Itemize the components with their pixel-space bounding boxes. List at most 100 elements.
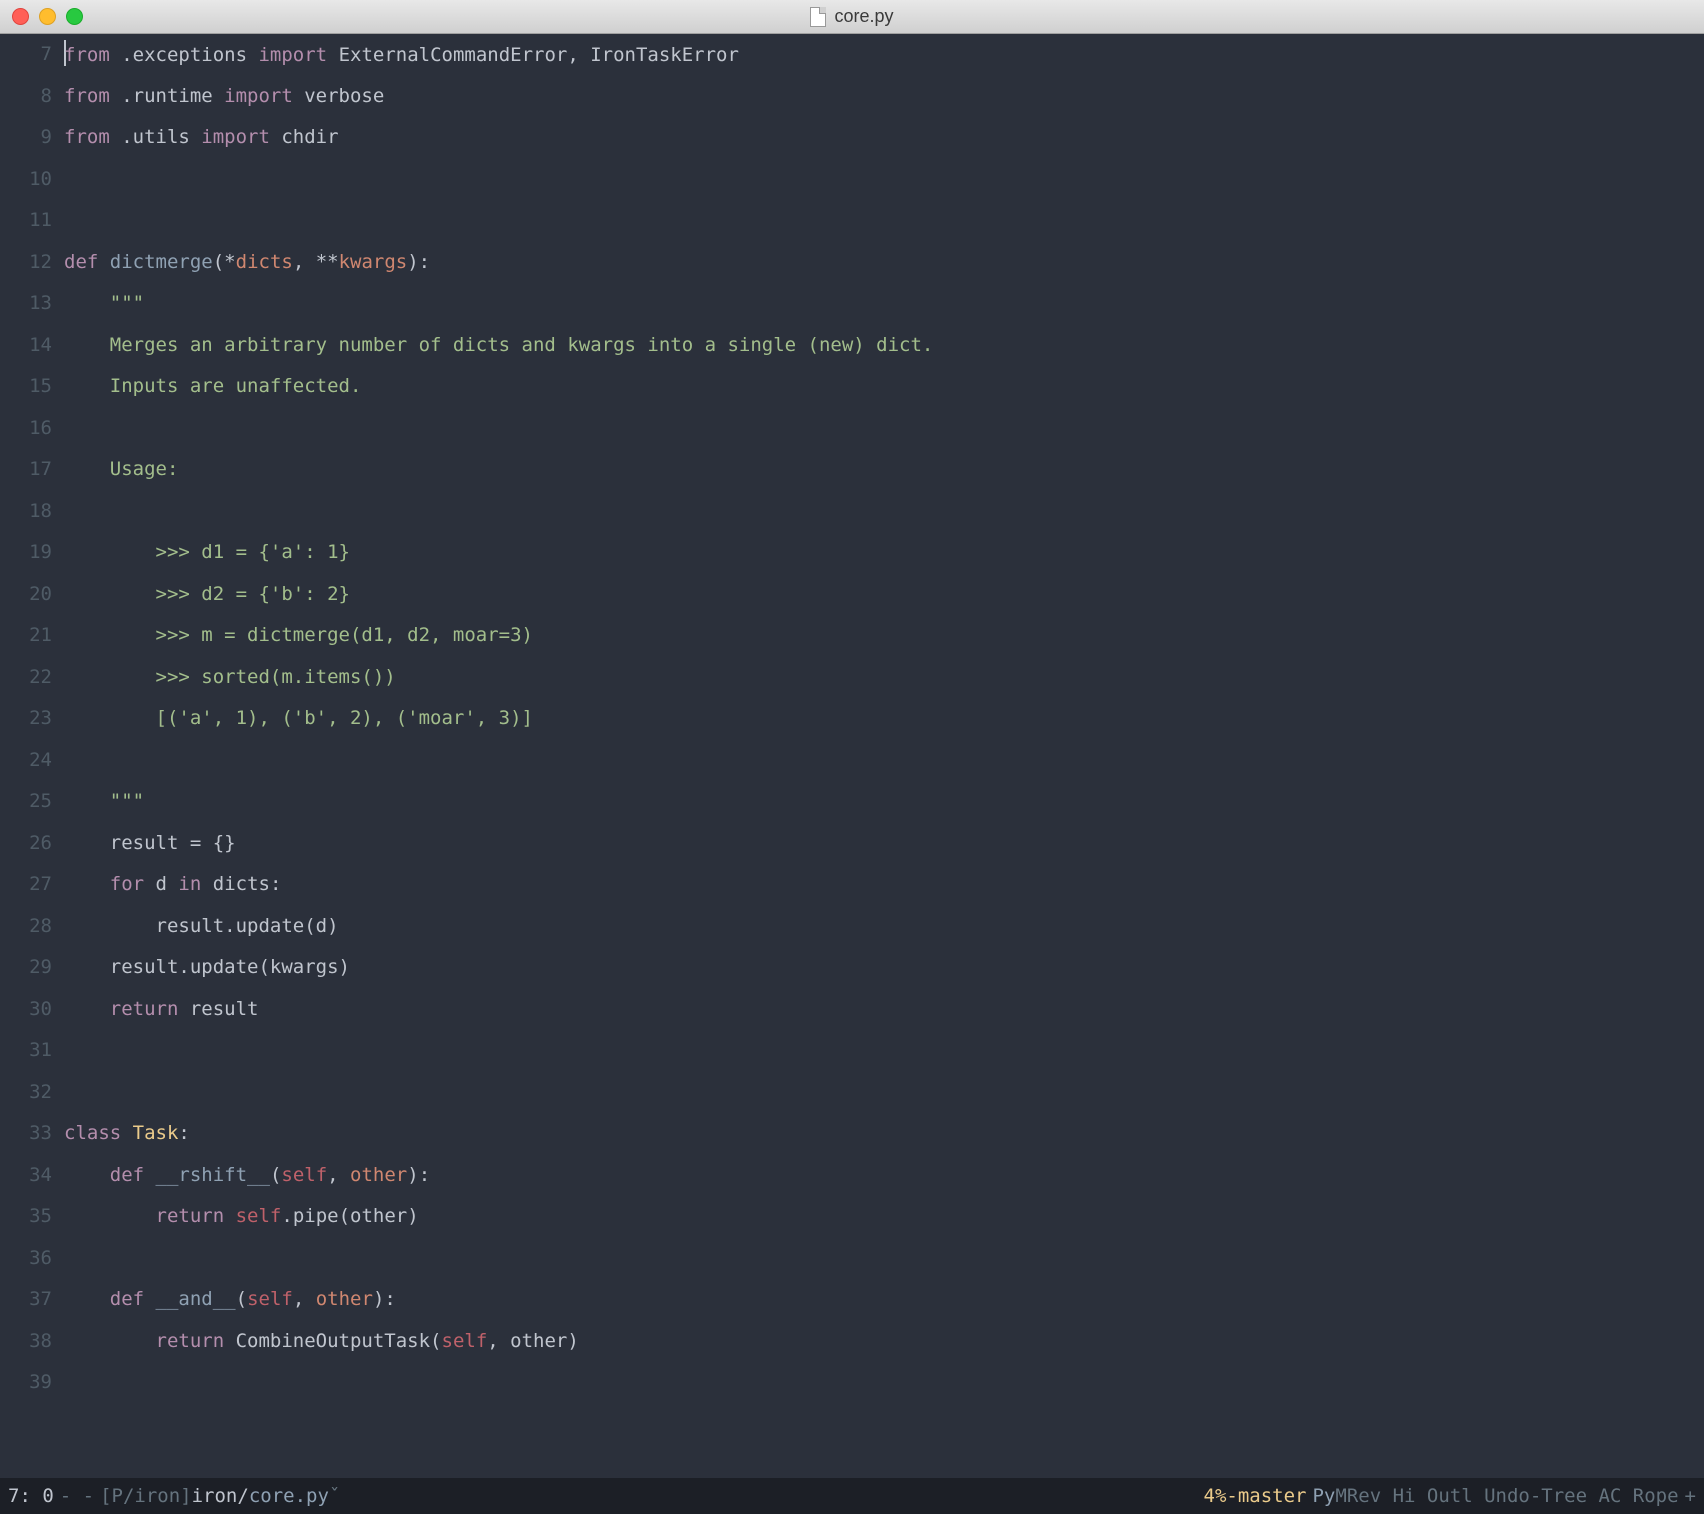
- token-str: Merges an arbitrary number of dicts and …: [64, 334, 933, 356]
- code-line[interactable]: Inputs are unaffected.: [64, 372, 1704, 414]
- code-line[interactable]: result = {}: [64, 829, 1704, 871]
- line-number: 33: [0, 1119, 52, 1161]
- token-var: [224, 1205, 235, 1227]
- token-var: (*: [213, 251, 236, 273]
- token-self: self: [247, 1288, 293, 1310]
- token-var: [64, 1164, 110, 1186]
- code-area[interactable]: from .exceptions import ExternalCommandE…: [64, 34, 1704, 1478]
- line-number: 38: [0, 1327, 52, 1369]
- modeline-sep: - -: [54, 1485, 100, 1507]
- token-self: self: [281, 1164, 327, 1186]
- code-line[interactable]: from .runtime import verbose: [64, 82, 1704, 124]
- line-number: 27: [0, 870, 52, 912]
- code-line[interactable]: [64, 746, 1704, 788]
- line-number: 11: [0, 206, 52, 248]
- line-number: 21: [0, 621, 52, 663]
- code-line[interactable]: [64, 414, 1704, 456]
- token-var: [64, 1205, 156, 1227]
- token-param: kwargs: [339, 251, 408, 273]
- code-line[interactable]: >>> d1 = {'a': 1}: [64, 538, 1704, 580]
- token-str: >>> sorted(m.items()): [64, 666, 396, 688]
- code-line[interactable]: result.update(kwargs): [64, 953, 1704, 995]
- code-line[interactable]: return CombineOutputTask(self, other): [64, 1327, 1704, 1369]
- code-line[interactable]: def __and__(self, other):: [64, 1285, 1704, 1327]
- code-line[interactable]: >>> d2 = {'b': 2}: [64, 580, 1704, 622]
- code-line[interactable]: """: [64, 787, 1704, 829]
- code-line[interactable]: >>> sorted(m.items()): [64, 663, 1704, 705]
- code-line[interactable]: [64, 206, 1704, 248]
- token-var: ,: [327, 1164, 350, 1186]
- token-str: """: [64, 292, 144, 314]
- code-line[interactable]: Usage:: [64, 455, 1704, 497]
- token-var: [144, 1288, 155, 1310]
- line-number: 29: [0, 953, 52, 995]
- scroll-percent: 4%: [1204, 1485, 1227, 1507]
- token-var: ):: [373, 1288, 396, 1310]
- token-kw: from: [64, 44, 110, 66]
- token-var: ):: [407, 251, 430, 273]
- token-self: self: [442, 1330, 488, 1352]
- token-str: >>> d1 = {'a': 1}: [64, 541, 350, 563]
- token-var: .exceptions: [110, 44, 259, 66]
- project-name: [P/iron]: [100, 1485, 192, 1507]
- token-param: other: [350, 1164, 407, 1186]
- token-str: Inputs are unaffected.: [64, 375, 361, 397]
- code-line[interactable]: class Task:: [64, 1119, 1704, 1161]
- line-number: 10: [0, 165, 52, 207]
- token-var: .utils: [110, 126, 202, 148]
- code-line[interactable]: def dictmerge(*dicts, **kwargs):: [64, 248, 1704, 290]
- token-var: [121, 1122, 132, 1144]
- code-line[interactable]: [64, 1036, 1704, 1078]
- cursor-position: 7: 0: [8, 1485, 54, 1507]
- titlebar: core.py: [0, 0, 1704, 34]
- editor[interactable]: 7891011121314151617181920212223242526272…: [0, 34, 1704, 1478]
- code-line[interactable]: return result: [64, 995, 1704, 1037]
- code-line[interactable]: [64, 1244, 1704, 1286]
- code-line[interactable]: def __rshift__(self, other):: [64, 1161, 1704, 1203]
- code-line[interactable]: [64, 497, 1704, 539]
- line-number: 35: [0, 1202, 52, 1244]
- code-line[interactable]: [('a', 1), ('b', 2), ('moar', 3)]: [64, 704, 1704, 746]
- code-line[interactable]: for d in dicts:: [64, 870, 1704, 912]
- token-kw: for: [110, 873, 144, 895]
- line-number: 18: [0, 497, 52, 539]
- line-number: 14: [0, 331, 52, 373]
- line-number: 24: [0, 746, 52, 788]
- code-line[interactable]: >>> m = dictmerge(d1, d2, moar=3): [64, 621, 1704, 663]
- token-var: (: [236, 1288, 247, 1310]
- file-icon: [810, 7, 826, 27]
- token-kw: from: [64, 85, 110, 107]
- code-line[interactable]: return self.pipe(other): [64, 1202, 1704, 1244]
- code-line[interactable]: """: [64, 289, 1704, 331]
- token-kw: import: [201, 126, 270, 148]
- code-line[interactable]: [64, 165, 1704, 207]
- vc-branch: -master: [1226, 1485, 1306, 1507]
- token-fn: dictmerge: [110, 251, 213, 273]
- line-number: 32: [0, 1078, 52, 1120]
- token-str: Usage:: [64, 458, 178, 480]
- token-var: [144, 1164, 155, 1186]
- token-kw: from: [64, 126, 110, 148]
- code-line[interactable]: from .exceptions import ExternalCommandE…: [64, 40, 1704, 82]
- line-number: 15: [0, 372, 52, 414]
- code-line[interactable]: result.update(d): [64, 912, 1704, 954]
- token-var: verbose: [293, 85, 385, 107]
- token-var: ):: [407, 1164, 430, 1186]
- token-str: >>> m = dictmerge(d1, d2, moar=3): [64, 624, 533, 646]
- token-var: :: [178, 1122, 189, 1144]
- line-number: 31: [0, 1036, 52, 1078]
- code-line[interactable]: [64, 1368, 1704, 1410]
- token-kw: import: [224, 85, 293, 107]
- line-number: 28: [0, 912, 52, 954]
- window-title: core.py: [0, 6, 1704, 27]
- major-mode: Py: [1306, 1485, 1335, 1507]
- line-number: 30: [0, 995, 52, 1037]
- code-line[interactable]: [64, 1078, 1704, 1120]
- code-line[interactable]: Merges an arbitrary number of dicts and …: [64, 331, 1704, 373]
- buffer-file: core.py: [249, 1485, 329, 1507]
- line-number: 37: [0, 1285, 52, 1327]
- token-kw: def: [110, 1288, 144, 1310]
- token-var: ,: [293, 1288, 316, 1310]
- line-number: 39: [0, 1368, 52, 1410]
- code-line[interactable]: from .utils import chdir: [64, 123, 1704, 165]
